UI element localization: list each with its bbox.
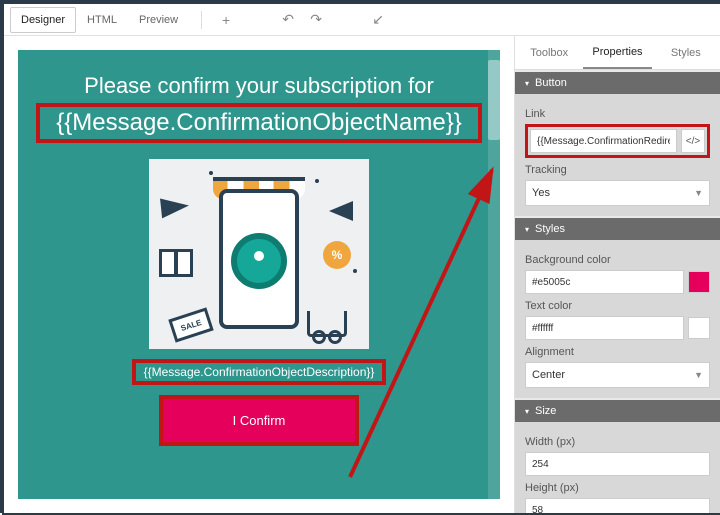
- bg-color-label: Background color: [525, 254, 710, 266]
- macro-picker-button[interactable]: </>: [681, 129, 705, 153]
- paper-plane-icon: [160, 195, 190, 218]
- separator: [201, 11, 202, 29]
- side-panel: Toolbox Properties Styles ▾ Button Link …: [514, 36, 720, 513]
- section-size-label: Size: [535, 405, 556, 417]
- canvas-scrollbar[interactable]: [488, 50, 500, 499]
- group-styles: Background color Text color Alignment Ce…: [515, 240, 720, 398]
- group-button: Link </> Tracking Yes ▼: [515, 94, 720, 216]
- section-button[interactable]: ▾ Button: [515, 72, 720, 94]
- collapse-icon[interactable]: ↙: [366, 8, 390, 32]
- chevron-down-icon: ▼: [694, 370, 703, 380]
- heading-text[interactable]: Please confirm your subscription for: [36, 72, 482, 101]
- chevron-down-icon: ▾: [525, 79, 529, 88]
- section-size[interactable]: ▾ Size: [515, 400, 720, 422]
- main: Please confirm your subscription for {{M…: [4, 36, 720, 513]
- chevron-down-icon: ▼: [694, 188, 703, 198]
- redo-icon[interactable]: ↷: [304, 8, 328, 32]
- confirm-button[interactable]: I Confirm: [159, 395, 359, 446]
- section-styles[interactable]: ▾ Styles: [515, 218, 720, 240]
- cart-icon: [307, 311, 347, 337]
- align-label: Alignment: [525, 346, 710, 358]
- width-label: Width (px): [525, 436, 710, 448]
- dot-icon: [353, 269, 357, 273]
- hero-image[interactable]: SALE %: [149, 159, 369, 349]
- dot-icon: [315, 179, 319, 183]
- bg-color-input[interactable]: [525, 270, 684, 294]
- link-label: Link: [525, 108, 710, 120]
- phone-illustration: [219, 189, 299, 329]
- chevron-down-icon: ▾: [525, 225, 529, 234]
- undo-icon[interactable]: ↶: [276, 8, 300, 32]
- tab-styles[interactable]: Styles: [652, 36, 720, 69]
- section-styles-label: Styles: [535, 223, 565, 235]
- side-tabs: Toolbox Properties Styles: [515, 36, 720, 70]
- tab-html[interactable]: HTML: [76, 7, 128, 33]
- add-icon[interactable]: +: [214, 8, 238, 32]
- link-row-highlight: </>: [525, 124, 710, 158]
- align-select[interactable]: Center ▼: [525, 362, 710, 388]
- tab-toolbox[interactable]: Toolbox: [515, 36, 583, 69]
- tab-designer[interactable]: Designer: [10, 7, 76, 33]
- megaphone-icon: [329, 201, 353, 221]
- canvas-wrap: Please confirm your subscription for {{M…: [4, 36, 514, 513]
- tab-properties[interactable]: Properties: [583, 36, 651, 69]
- width-input[interactable]: [525, 452, 710, 476]
- section-button-label: Button: [535, 77, 567, 89]
- tracking-select[interactable]: Yes ▼: [525, 180, 710, 206]
- email-canvas[interactable]: Please confirm your subscription for {{M…: [18, 50, 500, 499]
- tracking-value: Yes: [532, 187, 550, 199]
- bg-color-swatch[interactable]: [688, 271, 710, 293]
- canvas-scrollbar-thumb[interactable]: [488, 60, 500, 140]
- align-value: Center: [532, 369, 565, 381]
- text-color-swatch[interactable]: [688, 317, 710, 339]
- height-input[interactable]: [525, 498, 710, 513]
- sale-tag-icon: SALE: [168, 307, 213, 342]
- percent-badge-icon: %: [323, 241, 351, 269]
- text-color-input[interactable]: [525, 316, 684, 340]
- side-body: ▾ Button Link </> Tracking Yes ▼ ▾: [515, 70, 720, 513]
- group-size: Width (px) Height (px): [515, 422, 720, 513]
- view-tabs: Designer HTML Preview: [10, 7, 189, 33]
- height-label: Height (px): [525, 482, 710, 494]
- tab-preview[interactable]: Preview: [128, 7, 189, 33]
- link-input[interactable]: [530, 129, 677, 153]
- topbar: Designer HTML Preview + ↶ ↷ ↙: [4, 4, 720, 36]
- chevron-down-icon: ▾: [525, 407, 529, 416]
- macro-object-name[interactable]: {{Message.ConfirmationObjectName}}: [36, 103, 482, 143]
- macro-object-description[interactable]: {{Message.ConfirmationObjectDescription}…: [132, 359, 387, 385]
- text-color-label: Text color: [525, 300, 710, 312]
- dot-icon: [209, 171, 213, 175]
- tracking-label: Tracking: [525, 164, 710, 176]
- gift-icon: [159, 249, 193, 277]
